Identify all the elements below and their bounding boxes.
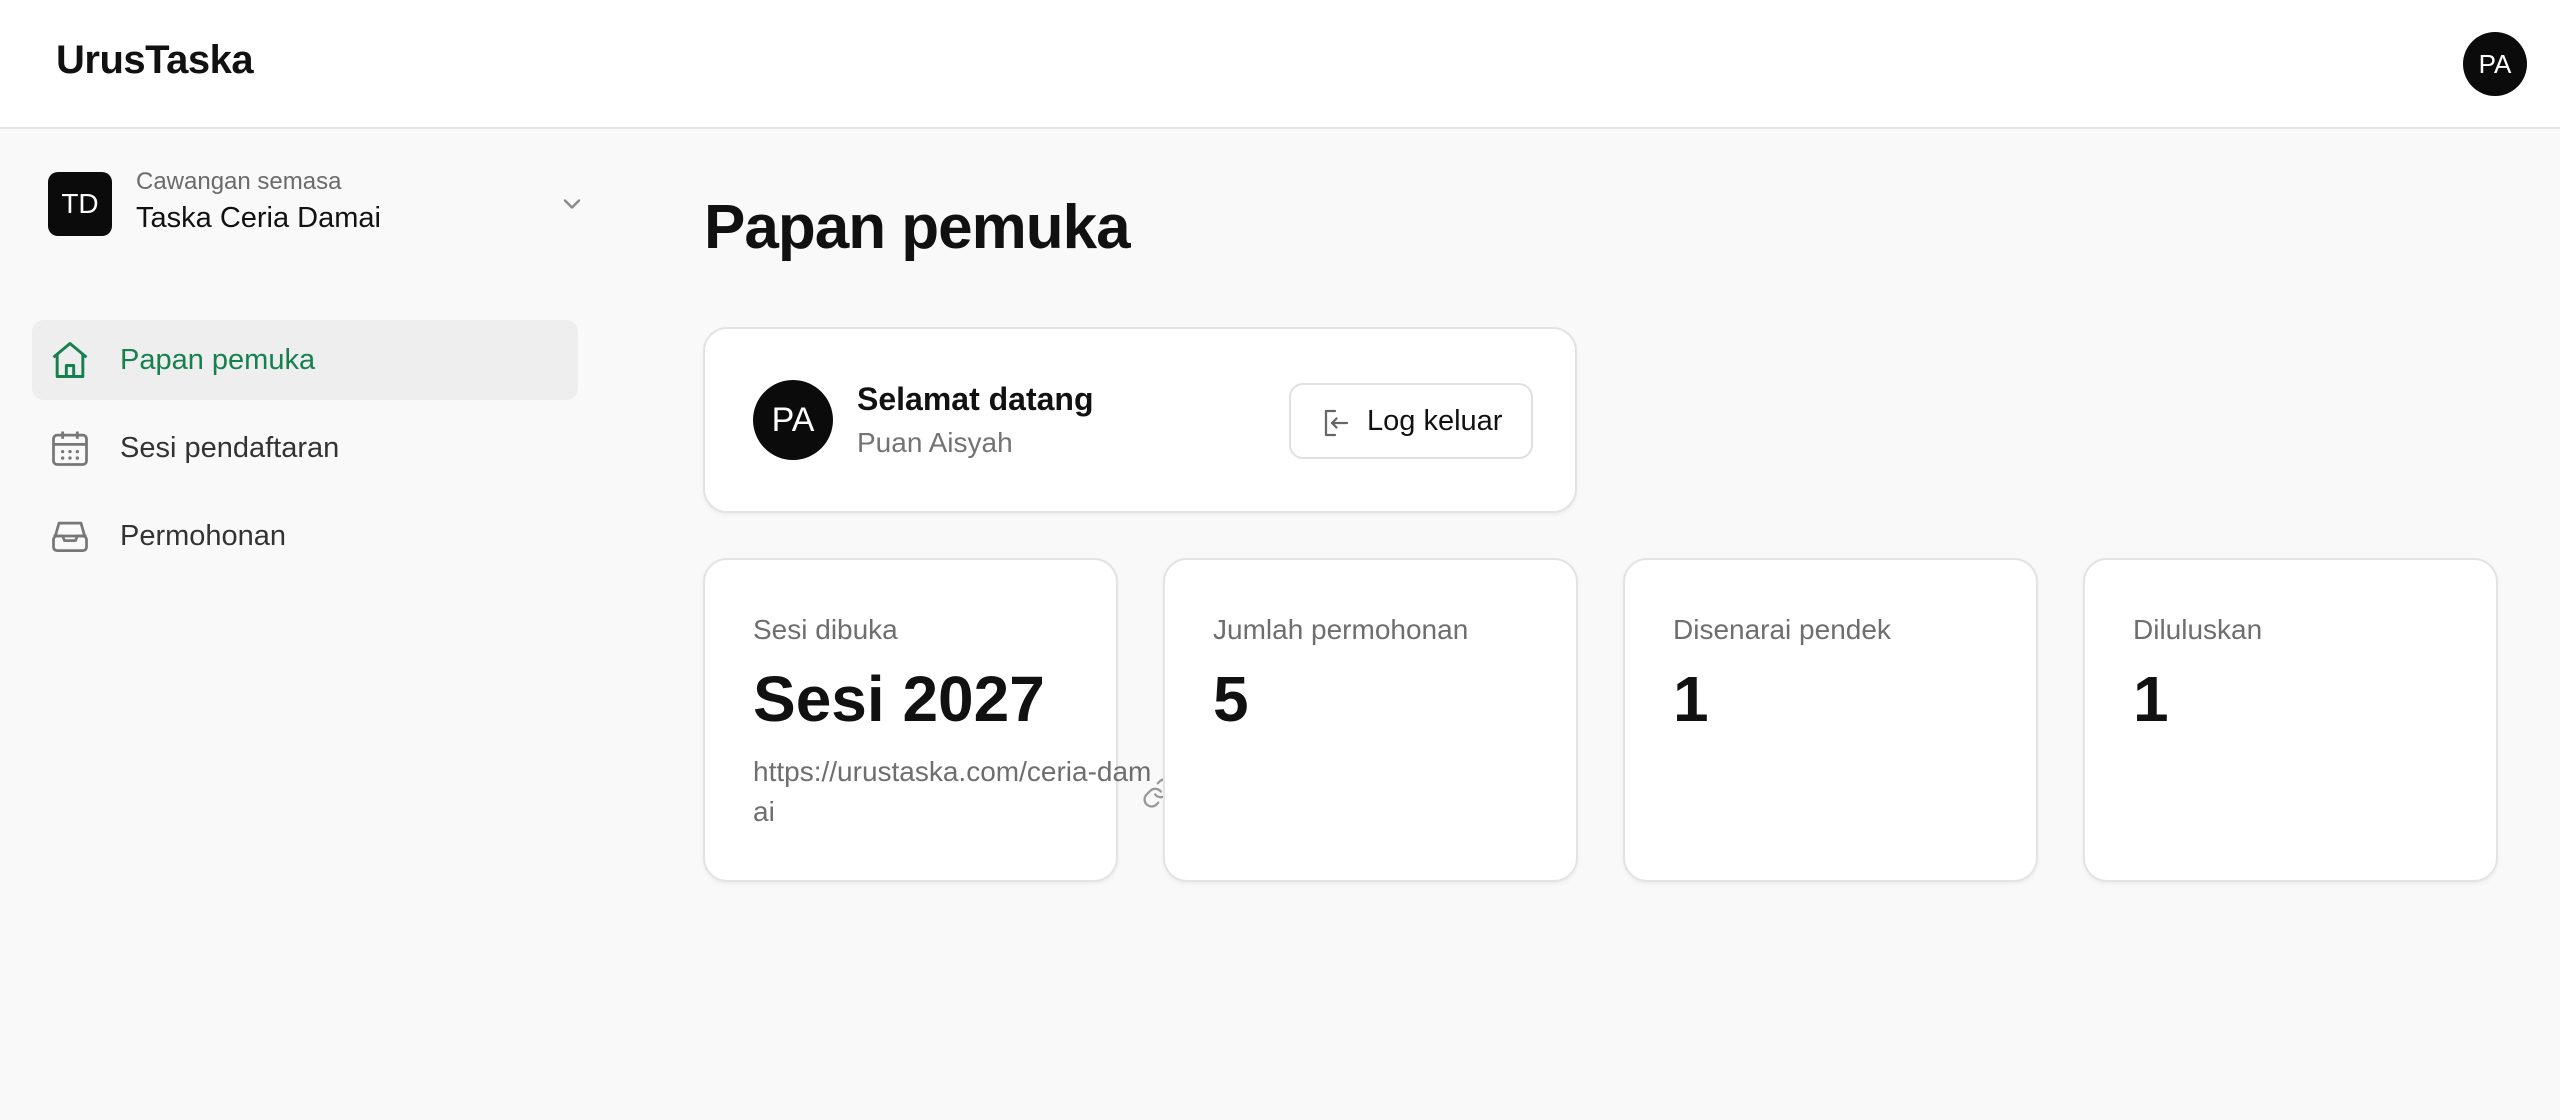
- branch-badge: TD: [48, 172, 112, 236]
- top-bar: UrusTaska PA: [0, 0, 2560, 129]
- session-link[interactable]: https://urustaska.com/ceria-damai: [753, 752, 1153, 832]
- calendar-icon: [52, 431, 88, 466]
- welcome-user-name: Puan Aisyah: [857, 427, 1013, 458]
- sidebar-item-label: Sesi pendaftaran: [120, 431, 340, 464]
- stat-card-disenarai-pendek: Disenarai pendek 1: [1623, 558, 2038, 882]
- sidebar-item-label: Papan pemuka: [120, 343, 316, 376]
- chevron-down-icon: [563, 199, 581, 209]
- welcome-title: Selamat datang: [857, 381, 1094, 417]
- stat-value: 5: [1213, 663, 1249, 735]
- stat-value: 1: [2133, 663, 2169, 735]
- welcome-card: PA Selamat datang Puan Aisyah Log keluar: [703, 327, 1577, 513]
- user-avatar[interactable]: PA: [2463, 32, 2527, 96]
- home-icon: [52, 342, 88, 378]
- page-title: Papan pemuka: [704, 193, 1131, 262]
- logout-icon: [1324, 409, 1349, 437]
- inbox-icon: [52, 521, 88, 553]
- sidebar-item-label: Permohonan: [120, 519, 287, 552]
- stat-card-diluluskan: Diluluskan 1: [2083, 558, 2498, 882]
- sidebar-item-sesi-pendaftaran[interactable]: Sesi pendaftaran: [32, 408, 578, 488]
- stat-value: 1: [1673, 663, 1709, 735]
- app-logo[interactable]: UrusTaska: [56, 38, 254, 83]
- stat-card-sesi-dibuka: Sesi dibuka Sesi 2027 https://urustaska.…: [703, 558, 1173, 882]
- logout-label: Log keluar: [1367, 404, 1503, 437]
- branch-caption: Cawangan semasa: [136, 168, 342, 195]
- stat-card-jumlah-permohonan: Jumlah permohonan 5: [1163, 558, 1578, 882]
- logout-button[interactable]: Log keluar: [1289, 383, 1533, 459]
- avatar: PA: [753, 380, 833, 460]
- branch-switcher[interactable]: TD Cawangan semasa Taska Ceria Damai: [48, 168, 588, 240]
- sidebar-item-permohonan[interactable]: Permohonan: [32, 496, 578, 576]
- stat-label: Sesi dibuka: [753, 614, 898, 645]
- stat-label: Disenarai pendek: [1673, 614, 1891, 645]
- sidebar-item-papan-pemuka[interactable]: Papan pemuka: [32, 320, 578, 400]
- branch-name: Taska Ceria Damai: [136, 202, 381, 234]
- stat-label: Diluluskan: [2133, 614, 2263, 645]
- stat-value: Sesi 2027: [753, 663, 1045, 735]
- stat-label: Jumlah permohonan: [1213, 614, 1469, 645]
